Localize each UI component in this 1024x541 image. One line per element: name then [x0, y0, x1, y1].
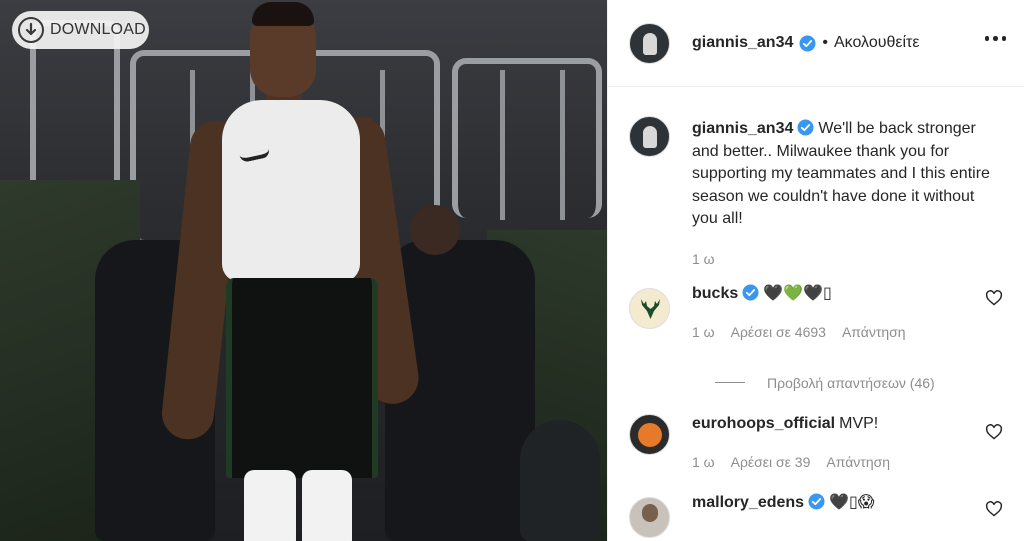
like-heart-icon[interactable] — [985, 501, 1003, 517]
avatar[interactable] — [629, 287, 670, 329]
railing-bar — [500, 70, 505, 220]
verified-badge-icon — [742, 284, 759, 301]
avatar[interactable] — [629, 496, 670, 538]
comment-text: 🖤▯😱 — [829, 493, 875, 511]
comment-text-block: mallory_edens 🖤▯😱 — [692, 492, 1003, 515]
comment-item: eurohoops_official MVP! 1 ω Αρέσει σε 39 … — [629, 413, 1003, 474]
caption-time[interactable]: 1 ω — [692, 248, 715, 271]
more-options-icon[interactable] — [981, 32, 1011, 45]
comment-username[interactable]: mallory_edens — [692, 494, 804, 511]
comment-likes[interactable]: Αρέσει σε 4693 — [731, 321, 826, 344]
player-jersey — [222, 100, 360, 282]
comment-time[interactable]: 1 ω — [692, 321, 715, 344]
post-header: giannis_an34 • Ακολουθείτε — [608, 0, 1024, 87]
post-caption: giannis_an34 We'll be back stronger and b… — [629, 116, 1003, 271]
comment-meta: 1 ω Αρέσει σε 4693 Απάντηση — [692, 321, 1003, 344]
avatar[interactable] — [629, 116, 670, 157]
like-heart-icon[interactable] — [985, 423, 1003, 440]
verified-badge-icon — [797, 119, 814, 136]
comment-likes[interactable]: Αρέσει σε 39 — [731, 451, 811, 474]
verified-badge-icon — [808, 493, 825, 510]
following-button[interactable]: Ακολουθείτε — [834, 34, 920, 52]
comment-text-block: eurohoops_official MVP! — [692, 413, 1003, 436]
caption-text-block: giannis_an34 We'll be back stronger and b… — [692, 118, 1003, 231]
replies-divider — [715, 382, 745, 384]
caption-username[interactable]: giannis_an34 — [692, 120, 793, 137]
download-button[interactable]: DOWNLOAD — [12, 11, 149, 49]
comment-text-block: bucks 🖤💚🖤▯ — [692, 283, 1003, 306]
player-leg — [244, 470, 296, 541]
post-photo[interactable]: DOWNLOAD — [0, 0, 607, 541]
header-username[interactable]: giannis_an34 — [692, 34, 793, 52]
caption-meta: 1 ω — [692, 248, 1003, 271]
view-replies-button[interactable]: Προβολή απαντήσεων (46) — [715, 375, 1003, 391]
railing-bar — [560, 70, 565, 220]
bucks-logo-icon — [641, 298, 660, 319]
reply-button[interactable]: Απάντηση — [842, 321, 906, 344]
arena-seat — [520, 420, 600, 541]
comment-text: 🖤💚🖤▯ — [763, 284, 832, 302]
comment-item: bucks 🖤💚🖤▯ 1 ω Αρέσει σε 4693 Απάντηση — [629, 284, 1003, 344]
post-side-panel: giannis_an34 • Ακολουθείτε giannis_an34 W… — [607, 0, 1024, 541]
player-hair — [252, 2, 314, 26]
comments-section: giannis_an34 We'll be back stronger and b… — [608, 116, 1024, 538]
background-person-head — [410, 205, 460, 255]
player-shorts — [226, 278, 378, 478]
player-leg — [302, 470, 352, 541]
download-arrow-icon — [18, 17, 44, 43]
comment-meta: 1 ω Αρέσει σε 39 Απάντηση — [692, 451, 1003, 474]
comment-username[interactable]: bucks — [692, 285, 738, 302]
like-heart-icon[interactable] — [985, 289, 1003, 306]
separator-dot: • — [822, 34, 828, 51]
arena-railing — [452, 58, 602, 218]
comment-item: mallory_edens 🖤▯😱 — [629, 493, 1003, 538]
download-label: DOWNLOAD — [50, 21, 146, 38]
avatar[interactable] — [629, 413, 670, 455]
comment-username[interactable]: eurohoops_official — [692, 415, 835, 432]
avatar[interactable] — [629, 22, 670, 64]
view-replies-label: Προβολή απαντήσεων (46) — [767, 374, 935, 391]
verified-badge-icon — [799, 35, 816, 52]
comment-time[interactable]: 1 ω — [692, 451, 715, 474]
comment-text: MVP! — [839, 414, 879, 432]
reply-button[interactable]: Απάντηση — [826, 451, 890, 474]
